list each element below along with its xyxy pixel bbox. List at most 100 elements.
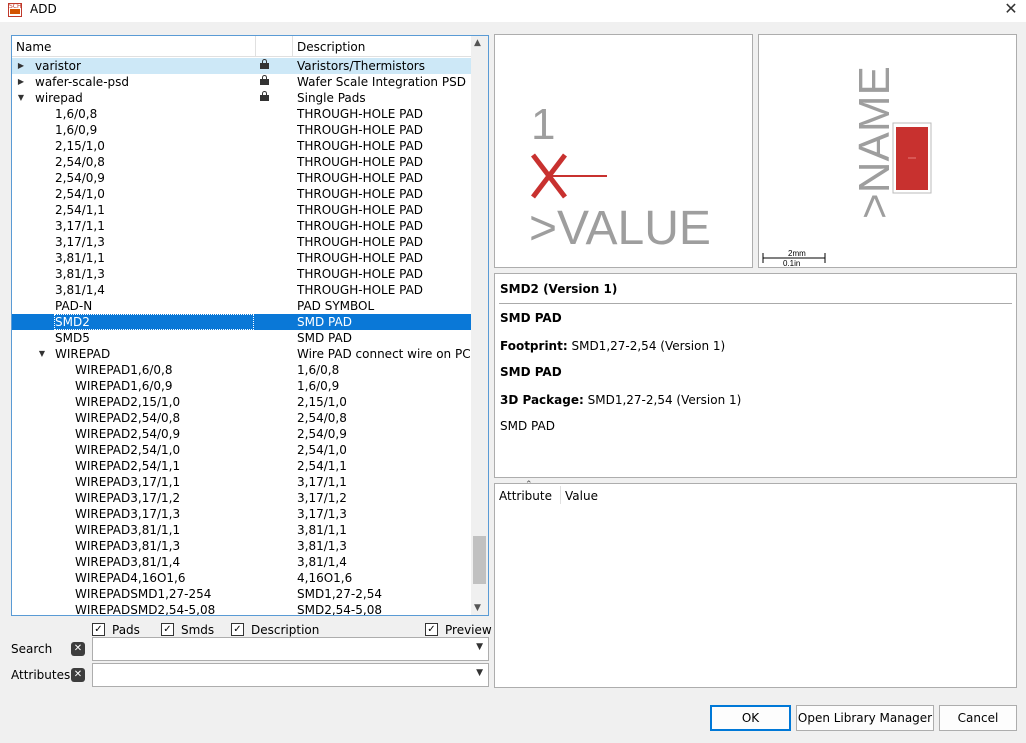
tree-item-name: 3,17/1,3 (55, 235, 105, 249)
tree-item-description: 2,15/1,0 (297, 395, 347, 409)
tree-item-name: 1,6/0,9 (55, 123, 98, 137)
tree-row[interactable]: SMD5 SMD PAD (12, 330, 472, 346)
tree-item-description: 2,54/0,9 (297, 427, 347, 441)
tree-row[interactable]: 1,6/0,9 THROUGH-HOLE PAD (12, 122, 472, 138)
tree-row[interactable]: ▼ wirepad Single Pads (12, 90, 472, 106)
tree-item-description: 2,54/1,1 (297, 459, 347, 473)
tree-row[interactable]: 2,15/1,0 THROUGH-HOLE PAD (12, 138, 472, 154)
tree-row[interactable]: WIREPAD2,54/1,0 2,54/1,0 (12, 442, 472, 458)
checkbox-icon[interactable]: ✓ (425, 623, 438, 636)
tree-row[interactable]: 1,6/0,8 THROUGH-HOLE PAD (12, 106, 472, 122)
clear-search-icon[interactable]: ✕ (71, 642, 85, 656)
symbol-drawing: 1 >VALUE (529, 100, 711, 255)
tree-row[interactable]: WIREPAD2,54/0,8 2,54/0,8 (12, 410, 472, 426)
open-library-manager-button[interactable]: Open Library Manager (796, 705, 934, 731)
tree-row[interactable]: 2,54/1,0 THROUGH-HOLE PAD (12, 186, 472, 202)
dropdown-arrow-icon[interactable]: ▼ (476, 642, 483, 652)
tree-row[interactable]: 3,81/1,3 THROUGH-HOLE PAD (12, 266, 472, 282)
tree-row[interactable]: ▼ WIREPAD Wire PAD connect wire on PCB (12, 346, 472, 362)
tree-item-name: 2,54/0,8 (55, 155, 105, 169)
tree-row[interactable]: WIREPAD1,6/0,9 1,6/0,9 (12, 378, 472, 394)
tree-item-name: WIREPAD3,81/1,4 (75, 555, 181, 569)
footprint-drawing: >NAME 2mm 0.1in (762, 66, 932, 268)
attributes-input[interactable]: ▼ (92, 663, 489, 687)
tree-item-description: THROUGH-HOLE PAD (297, 155, 424, 169)
tree-row[interactable]: PAD-N PAD SYMBOL (12, 298, 472, 314)
tree-row[interactable]: WIREPAD3,81/1,4 3,81/1,4 (12, 554, 472, 570)
collapsed-arrow-icon[interactable]: ▶ (16, 74, 26, 90)
device-description: SMD PAD (500, 311, 562, 325)
tree-row[interactable]: 3,17/1,1 THROUGH-HOLE PAD (12, 218, 472, 234)
collapsed-arrow-icon[interactable]: ▶ (16, 58, 26, 74)
tree-row[interactable]: WIREPAD3,81/1,3 3,81/1,3 (12, 538, 472, 554)
tree-item-name: WIREPAD1,6/0,8 (75, 363, 173, 377)
tree-row[interactable]: WIREPAD1,6/0,8 1,6/0,8 (12, 362, 472, 378)
column-header-name[interactable]: Name (16, 40, 51, 54)
column-header-description[interactable]: Description (297, 40, 365, 54)
tree-rows: ▶ varistor Varistors/Thermistors ▶ wafer-sca… (12, 58, 472, 616)
column-divider[interactable] (255, 36, 256, 57)
tree-item-name: SMD2 (55, 315, 90, 329)
ok-button[interactable]: OK (710, 705, 791, 731)
tree-row[interactable]: SMD2 SMD PAD (12, 314, 472, 330)
tree-item-description: THROUGH-HOLE PAD (297, 123, 424, 137)
tree-row[interactable]: ▶ varistor Varistors/Thermistors (12, 58, 472, 74)
clear-attributes-icon[interactable]: ✕ (71, 668, 85, 682)
tree-row[interactable]: WIREPADSMD1,27-254 SMD1,27-2,54 (12, 586, 472, 602)
tree-item-description: THROUGH-HOLE PAD (297, 235, 424, 249)
column-header-attribute[interactable]: Attribute (499, 489, 552, 503)
tree-row[interactable]: 3,81/1,1 THROUGH-HOLE PAD (12, 250, 472, 266)
tree-row[interactable]: WIREPAD2,54/0,9 2,54/0,9 (12, 426, 472, 442)
footprint-label: Footprint: (500, 339, 568, 353)
scroll-up-icon[interactable]: ▲ (474, 38, 481, 48)
tree-item-description: THROUGH-HOLE PAD (297, 251, 424, 265)
tree-row[interactable]: 2,54/1,1 THROUGH-HOLE PAD (12, 202, 472, 218)
tree-item-name: PAD-N (55, 299, 93, 313)
tree-row[interactable]: WIREPAD2,15/1,0 2,15/1,0 (12, 394, 472, 410)
tree-row[interactable]: 2,54/0,8 THROUGH-HOLE PAD (12, 154, 472, 170)
column-header-value[interactable]: Value (565, 489, 598, 503)
tree-item-name: WIREPADSMD2,54-5,08 (75, 603, 216, 616)
package-value: SMD1,27-2,54 (Version 1) (587, 393, 742, 407)
search-input[interactable]: ▼ (92, 637, 489, 661)
dropdown-arrow-icon[interactable]: ▼ (476, 668, 483, 678)
tree-item-name: 2,54/0,9 (55, 171, 105, 185)
scroll-down-icon[interactable]: ▼ (474, 603, 481, 613)
tree-item-name: WIREPAD2,54/0,8 (75, 411, 181, 425)
tree-row[interactable]: WIREPAD3,17/1,2 3,17/1,2 (12, 490, 472, 506)
column-divider[interactable] (560, 486, 561, 504)
checkbox-icon[interactable]: ✓ (231, 623, 244, 636)
tree-row[interactable]: WIREPAD4,16O1,6 4,16O1,6 (12, 570, 472, 586)
tree-item-description: THROUGH-HOLE PAD (297, 283, 424, 297)
tree-item-name: WIREPAD3,17/1,3 (75, 507, 181, 521)
tree-item-description: SMD2,54-5,08 (297, 603, 382, 616)
column-divider[interactable] (292, 36, 293, 57)
tree-item-name: WIREPAD4,16O1,6 (75, 571, 186, 585)
tree-row[interactable]: WIREPAD3,81/1,1 3,81/1,1 (12, 522, 472, 538)
close-icon[interactable]: ✕ (1002, 0, 1020, 18)
tree-row[interactable]: 3,81/1,4 THROUGH-HOLE PAD (12, 282, 472, 298)
scrollbar-thumb[interactable] (473, 536, 486, 584)
scale-in-label: 0.1in (783, 259, 800, 267)
tree-scrollbar[interactable]: ▲ ▼ (471, 36, 488, 615)
cancel-button[interactable]: Cancel (939, 705, 1017, 731)
checkbox-icon[interactable]: ✓ (161, 623, 174, 636)
expanded-arrow-icon[interactable]: ▼ (37, 346, 47, 362)
app-schematic-icon: SCH (8, 3, 22, 17)
tree-row[interactable]: WIREPADSMD2,54-5,08 SMD2,54-5,08 (12, 602, 472, 616)
tree-item-description: 3,17/1,1 (297, 475, 347, 489)
tree-row[interactable]: ▶ wafer-scale-psd Wafer Scale Integration … (12, 74, 472, 90)
tree-row[interactable]: 3,17/1,3 THROUGH-HOLE PAD (12, 234, 472, 250)
tree-item-name: 3,81/1,3 (55, 267, 105, 281)
tree-item-name: wirepad (35, 91, 83, 105)
tree-row[interactable]: WIREPAD3,17/1,3 3,17/1,3 (12, 506, 472, 522)
tree-row[interactable]: WIREPAD3,17/1,1 3,17/1,1 (12, 474, 472, 490)
tree-row[interactable]: 2,54/0,9 THROUGH-HOLE PAD (12, 170, 472, 186)
tree-item-description: SMD1,27-2,54 (297, 587, 382, 601)
tree-row[interactable]: WIREPAD2,54/1,1 2,54/1,1 (12, 458, 472, 474)
attribute-table[interactable]: ⌃ Attribute Value (494, 480, 1017, 688)
expanded-arrow-icon[interactable]: ▼ (16, 90, 26, 106)
library-tree[interactable]: ⌃ Name Description ▶ varistor Varistors/Th… (11, 35, 489, 616)
checkbox-icon[interactable]: ✓ (92, 623, 105, 636)
tree-item-description: 3,81/1,4 (297, 555, 347, 569)
